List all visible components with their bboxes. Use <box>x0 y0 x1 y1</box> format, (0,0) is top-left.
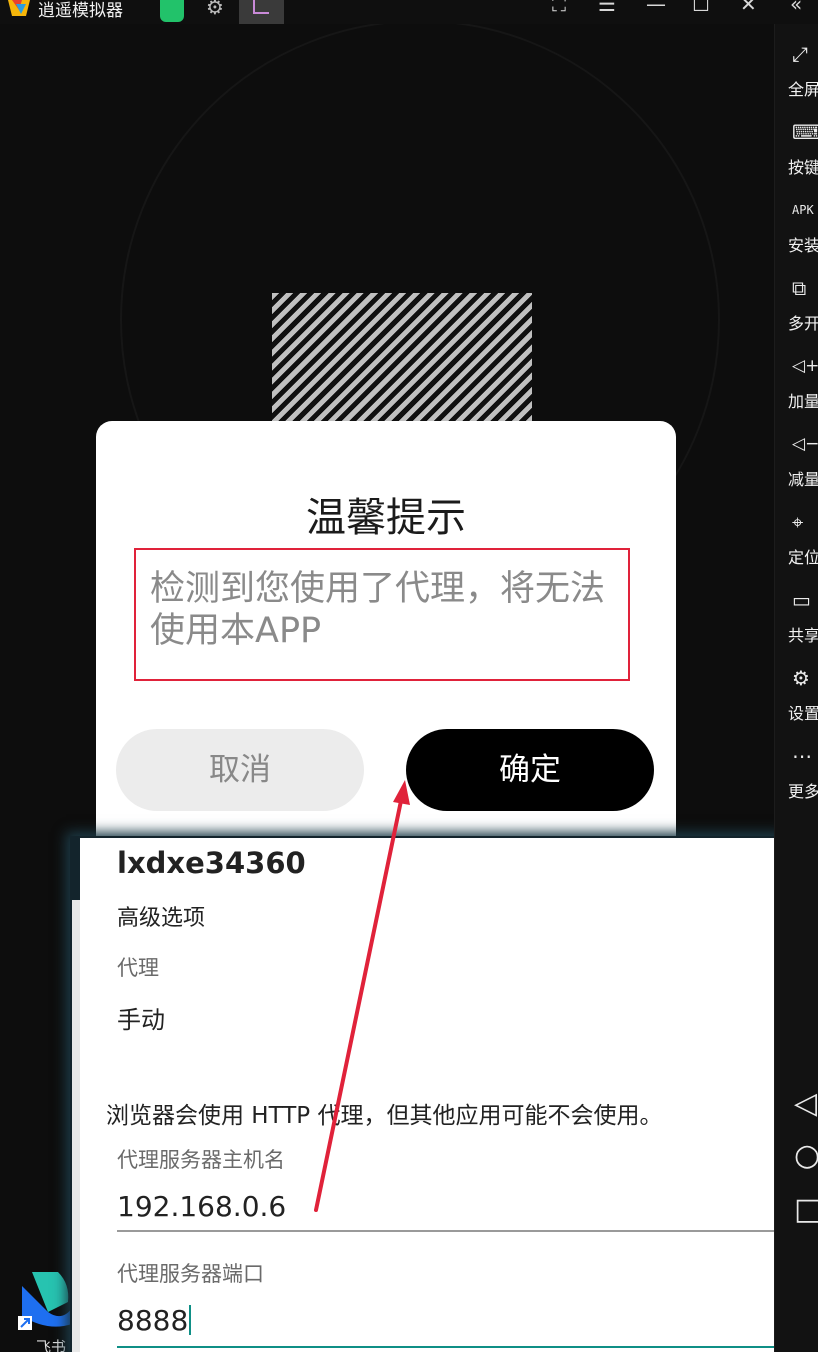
proxy-host-label: 代理服务器主机名 <box>117 1148 285 1172</box>
toolbar-install-apk[interactable]: APK 安装 <box>788 184 818 262</box>
title-bar: 逍遥模拟器 ⚙ ⛶ ☰ — ☐ ✕ « <box>0 0 818 24</box>
emulator-window: 逍遥模拟器 ⚙ ⛶ ☰ — ☐ ✕ « ⤢ 全屏 ⌨ 按键 APK 安装 ⧉ 多… <box>0 0 818 1352</box>
menu-icon[interactable]: ☰ <box>598 0 616 14</box>
multi-instance-icon: ⧉ <box>792 276 807 300</box>
proxy-note: 浏览器会使用 HTTP 代理，但其他应用可能不会使用。 <box>106 1103 663 1129</box>
dialog-message: 检测到您使用了代理，将无法使用本APP <box>150 569 606 651</box>
toolbar-location[interactable]: ⌖ 定位 <box>788 496 818 574</box>
toolbar-label: 加量 <box>788 392 818 411</box>
toolbar-fullscreen[interactable]: ⤢ 全屏 <box>788 28 818 106</box>
maximize-icon[interactable]: ☐ <box>692 0 710 14</box>
proxy-port-value: 8888 <box>117 1304 189 1337</box>
toolbar-label: 更多 <box>788 782 818 801</box>
toolbar-multi-instance[interactable]: ⧉ 多开 <box>788 262 818 340</box>
toolbar-label: 按键 <box>788 158 818 177</box>
confirm-button[interactable]: 确定 <box>406 729 654 811</box>
toolbar-volume-up[interactable]: ◁+ 加量 <box>788 340 818 418</box>
keyboard-icon: ⌨ <box>792 120 818 144</box>
proxy-host-field[interactable]: 192.168.0.6 <box>117 1190 778 1232</box>
dialog-title: 温馨提示 <box>306 495 466 541</box>
proxy-label: 代理 <box>117 956 159 980</box>
app-tab-green-icon[interactable] <box>160 0 184 22</box>
toolbar-label: 设置 <box>788 704 818 723</box>
window-title: 逍遥模拟器 <box>38 1 123 21</box>
feishu-app-icon[interactable] <box>18 1272 74 1330</box>
home-icon[interactable]: ○ <box>794 1138 818 1173</box>
app-splash-logo <box>272 293 532 433</box>
settings-tab-gear-icon[interactable]: ⚙ <box>204 0 226 22</box>
proxy-port-label: 代理服务器端口 <box>117 1262 264 1286</box>
active-app-tab-icon[interactable] <box>239 0 284 24</box>
close-icon[interactable]: ✕ <box>740 0 757 14</box>
toolbar-keymap[interactable]: ⌨ 按键 <box>788 106 818 184</box>
recent-apps-icon[interactable]: □ <box>794 1192 818 1227</box>
toolbar-share-folder[interactable]: ▭ 共享 <box>788 574 818 652</box>
back-icon[interactable]: ◁ <box>794 1086 817 1121</box>
more-icon: ⋯ <box>792 744 812 768</box>
toolbar-label: 减量 <box>788 470 818 489</box>
gear-icon: ⚙ <box>792 666 810 690</box>
volume-up-icon: ◁+ <box>792 356 818 376</box>
apk-icon: APK <box>792 203 814 217</box>
volume-down-icon: ◁− <box>792 434 818 454</box>
toolbar-label: 定位 <box>788 548 818 567</box>
fullscreen-icon: ⤢ <box>792 42 808 66</box>
settings-panel-edge <box>72 900 80 1352</box>
toolbar-label: 多开 <box>788 314 818 333</box>
wifi-proxy-settings-panel: lxdxe34360 高级选项 代理 手动 浏览器会使用 HTTP 代理，但其他… <box>80 838 778 1352</box>
location-icon: ⌖ <box>792 510 804 534</box>
network-ssid: lxdxe34360 <box>117 846 306 880</box>
toolbar-volume-down[interactable]: ◁− 减量 <box>788 418 818 496</box>
proxy-mode-select[interactable]: 手动 <box>117 1000 165 1035</box>
emulator-logo-icon <box>8 0 30 16</box>
minimize-icon[interactable]: — <box>646 0 666 14</box>
screenshot-icon[interactable]: ⛶ <box>552 0 566 14</box>
collapse-sidebar-icon[interactable]: « <box>790 0 802 14</box>
toolbar-settings[interactable]: ⚙ 设置 <box>788 652 818 730</box>
text-caret <box>189 1305 192 1335</box>
toolbar-label: 全屏 <box>788 80 818 99</box>
advanced-options-toggle[interactable]: 高级选项 <box>117 900 205 932</box>
toolbar-label: 共享 <box>788 626 818 645</box>
toolbar-more[interactable]: ⋯ 更多 <box>788 730 818 808</box>
folder-icon: ▭ <box>792 588 811 612</box>
cancel-button[interactable]: 取消 <box>116 729 364 811</box>
proxy-port-field[interactable]: 8888 <box>117 1304 778 1348</box>
toolbar-label: 安装 <box>788 236 818 255</box>
highlighted-message-box: 检测到您使用了代理，将无法使用本APP <box>134 548 630 681</box>
feishu-app-label: 飞书 <box>36 1338 67 1352</box>
proxy-host-value: 192.168.0.6 <box>117 1190 287 1223</box>
